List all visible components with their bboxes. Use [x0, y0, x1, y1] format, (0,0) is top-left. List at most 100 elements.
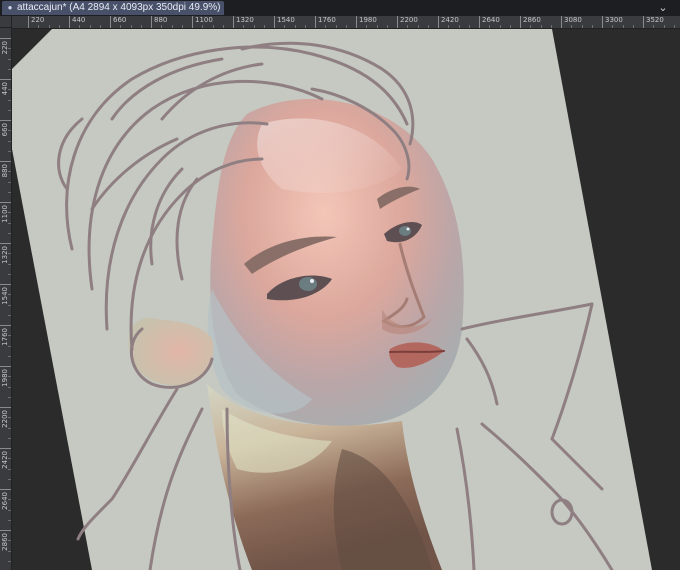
ruler-minor-tick	[8, 150, 11, 152]
paint-app-window: ● attaccajun* (A4 2894 x 4093px 350dpi 4…	[0, 0, 680, 570]
ruler-minor-tick	[171, 25, 173, 28]
ruler-label-top: 1100	[195, 16, 213, 24]
ruler-minor-tick	[263, 25, 265, 28]
ruler-minor-tick	[550, 25, 552, 28]
canvas-drawing[interactable]	[12, 29, 680, 570]
ruler-tick-left: 440	[0, 79, 11, 95]
ruler-minor-tick	[294, 25, 296, 28]
ruler-label-left: 1100	[1, 205, 9, 223]
ruler-tick-top: 2640	[479, 16, 500, 28]
ruler-minor-tick	[8, 109, 11, 111]
ruler-minor-tick	[120, 25, 122, 28]
ruler-minor-tick	[673, 25, 675, 28]
left-iris	[299, 277, 317, 291]
ruler-tick-top: 2200	[397, 16, 418, 28]
ruler-tick-left: 1980	[0, 366, 11, 387]
ruler-tick-top: 1320	[233, 16, 254, 28]
ruler-tick-top: 2420	[438, 16, 459, 28]
ruler-tick-left: 880	[0, 161, 11, 177]
ruler-minor-tick	[38, 25, 40, 28]
ruler-tick-left: 1100	[0, 202, 11, 223]
ruler-minor-tick	[8, 396, 11, 398]
ruler-minor-tick	[79, 25, 81, 28]
ruler-minor-tick	[48, 25, 50, 28]
ruler-minor-tick	[8, 335, 11, 337]
ruler-minor-tick	[140, 25, 142, 28]
ruler-minor-tick	[8, 550, 11, 552]
ruler-tick-left: 2860	[0, 530, 11, 551]
ruler-minor-tick	[509, 25, 511, 28]
ruler-tick-left: 2200	[0, 407, 11, 428]
ruler-label-left: 1760	[1, 328, 9, 346]
ruler-tick-top: 660	[110, 16, 126, 28]
ruler-minor-tick	[212, 25, 214, 28]
ruler-minor-tick	[8, 253, 11, 255]
ruler-minor-tick	[417, 25, 419, 28]
ruler-minor-tick	[8, 386, 11, 388]
ruler-tick-left: 2420	[0, 448, 11, 469]
ruler-label-top: 1540	[277, 16, 295, 24]
canvas-viewport[interactable]	[12, 29, 680, 570]
ruler-label-top: 2420	[441, 16, 459, 24]
ruler-minor-tick	[663, 25, 665, 28]
ruler-minor-tick	[8, 48, 11, 50]
ruler-tick-left: 2640	[0, 489, 11, 510]
document-tab-bar: ● attaccajun* (A4 2894 x 4093px 350dpi 4…	[0, 0, 680, 17]
ruler-minor-tick	[8, 427, 11, 429]
ruler-minor-tick	[8, 314, 11, 316]
ruler-tick-left: 1540	[0, 284, 11, 305]
ruler-label-top: 1980	[359, 16, 377, 24]
ruler-minor-tick	[181, 25, 183, 28]
ruler-minor-tick	[8, 212, 11, 214]
ruler-minor-tick	[8, 458, 11, 460]
ruler-minor-tick	[8, 509, 11, 511]
ruler-tick-top: 220	[28, 16, 44, 28]
ruler-tick-top: 1100	[192, 16, 213, 28]
ruler-minor-tick	[376, 25, 378, 28]
ruler-minor-tick	[366, 25, 368, 28]
ruler-label-top: 660	[113, 16, 127, 24]
document-tab-title: attaccajun* (A4 2894 x 4093px 350dpi 49.…	[17, 2, 221, 13]
ruler-label-top: 2200	[400, 16, 418, 24]
ruler-minor-tick	[8, 294, 11, 296]
ruler-minor-tick	[8, 437, 11, 439]
ruler-minor-tick	[8, 499, 11, 501]
ruler-tick-top: 1760	[315, 16, 336, 28]
vertical-ruler[interactable]: 220 440 660 880 1100 1320 1540 1760 1980 2200 2420…	[0, 28, 12, 570]
ruler-label-top: 3520	[646, 16, 664, 24]
left-eye-highlight	[310, 279, 314, 283]
ruler-minor-tick	[345, 25, 347, 28]
ruler-minor-tick	[448, 25, 450, 28]
ruler-minor-tick	[427, 25, 429, 28]
ruler-minor-tick	[8, 181, 11, 183]
ruler-minor-tick	[622, 25, 624, 28]
ruler-label-left: 2420	[1, 451, 9, 469]
ruler-label-top: 1320	[236, 16, 254, 24]
ruler-tick-top: 3520	[643, 16, 664, 28]
ruler-minor-tick	[8, 171, 11, 173]
document-tab[interactable]: ● attaccajun* (A4 2894 x 4093px 350dpi 4…	[2, 1, 225, 15]
ruler-tick-top: 3080	[561, 16, 582, 28]
ruler-label-top: 2860	[523, 16, 541, 24]
ruler-tick-left: 1320	[0, 243, 11, 264]
close-tab-icon[interactable]: ●	[6, 1, 14, 15]
ruler-minor-tick	[8, 273, 11, 275]
horizontal-ruler[interactable]: 220 440 660 880 1100 1320 1540 1760 1980 2200 2420…	[12, 16, 680, 29]
ruler-minor-tick	[8, 560, 11, 562]
ruler-minor-tick	[8, 89, 11, 91]
ruler-minor-tick	[632, 25, 634, 28]
ruler-minor-tick	[304, 25, 306, 28]
ruler-minor-tick	[325, 25, 327, 28]
ruler-tick-top: 3300	[602, 16, 623, 28]
ruler-tick-left: 660	[0, 120, 11, 136]
ruler-minor-tick	[8, 99, 11, 101]
ruler-minor-tick	[8, 68, 11, 70]
ruler-minor-tick	[8, 478, 11, 480]
chevron-down-icon[interactable]: ⌄	[656, 1, 670, 15]
ruler-minor-tick	[8, 376, 11, 378]
ruler-tick-top: 2860	[520, 16, 541, 28]
ruler-minor-tick	[8, 540, 11, 542]
ruler-label-left: 2200	[1, 410, 9, 428]
ruler-minor-tick	[8, 468, 11, 470]
ruler-minor-tick	[253, 25, 255, 28]
